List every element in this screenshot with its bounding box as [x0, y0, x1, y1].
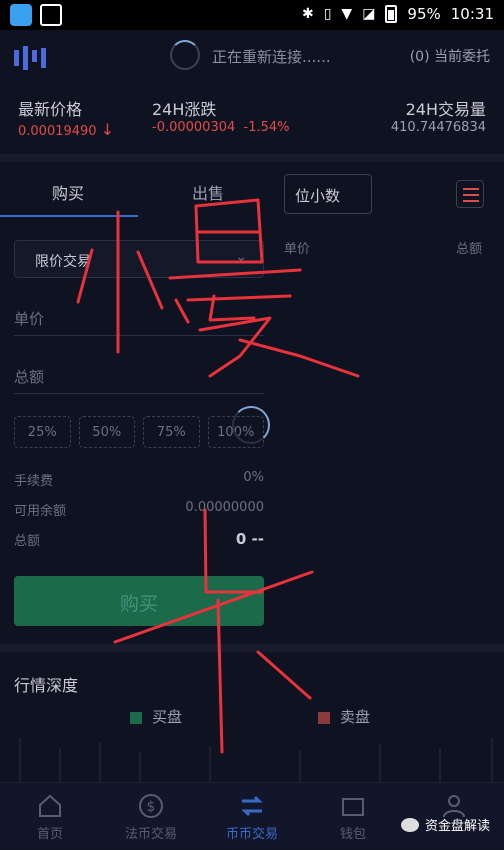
decimal-select[interactable]: 位小数 [284, 174, 372, 214]
buy-swatch [130, 711, 142, 724]
amount-slider-handle[interactable] [232, 406, 270, 444]
wallet-icon [340, 793, 366, 819]
fee-row: 手续费 0% [14, 470, 264, 489]
percent-75-button[interactable]: 75% [143, 416, 200, 448]
total-value: 0 -- [235, 530, 264, 548]
wechat-icon [400, 817, 419, 832]
buy-button[interactable]: 购买 [14, 576, 264, 626]
available-label: 可用余额 [14, 504, 67, 519]
battery-percent: 95% [407, 5, 441, 23]
latest-price-value: 0.00019490 ↓ [18, 120, 115, 139]
nav-wallet[interactable]: 钱包 [303, 783, 403, 850]
order-type-select[interactable]: 限价交易 ⌄ [14, 240, 264, 278]
vibrate-icon: ▯ [323, 6, 332, 22]
orderbook-total-header: 总额 [456, 242, 483, 257]
wifi-icon: ▼ [341, 6, 353, 22]
kline-chart-icon[interactable] [14, 42, 46, 70]
divider [0, 644, 504, 652]
no-sim-icon: ◪ [362, 6, 376, 22]
volume-label: 24H交易量 [405, 100, 486, 119]
reconnect-status: 正在重新连接...... [212, 48, 331, 66]
depth-title: 行情深度 [14, 676, 79, 695]
ticker-summary: 最新价格 0.00019490 ↓ 24H涨跌 -0.00000304 -1.5… [0, 84, 504, 154]
buy-legend: 买盘 [130, 706, 182, 727]
divider [0, 154, 504, 162]
orderbook-menu-icon[interactable] [456, 180, 484, 208]
nav-coin-trade[interactable]: 币币交易 [202, 783, 302, 850]
top-bar: 正在重新连接...... (0) 当前委托 [0, 30, 504, 84]
loading-spinner-icon [170, 40, 200, 70]
bluetooth-icon: ✱ [301, 6, 314, 22]
down-arrow-icon: ↓ [100, 120, 115, 139]
volume-value: 410.74476834 [390, 120, 486, 135]
sell-legend: 卖盘 [318, 706, 370, 727]
price-input[interactable]: 单价 [14, 296, 264, 336]
nav-fiat[interactable]: $ 法币交易 [101, 783, 201, 850]
total-input[interactable]: 总额 [14, 354, 264, 394]
orderbook-price-header: 单价 [284, 242, 311, 257]
exchange-icon [239, 793, 265, 819]
percent-buttons: 25% 50% 75% 100% [14, 416, 264, 448]
percent-25-button[interactable]: 25% [14, 416, 71, 448]
clock: 10:31 [450, 5, 494, 23]
tab-sell[interactable]: 出售 [192, 180, 224, 204]
dollar-icon: $ [138, 793, 164, 819]
svg-text:$: $ [147, 799, 156, 815]
available-value: 0.00000000 [185, 500, 264, 515]
nav-home[interactable]: 首页 [0, 783, 100, 850]
total-placeholder: 总额 [14, 368, 45, 386]
trade-tabs: 购买 出售 [0, 162, 280, 220]
weather-app-icon [10, 4, 32, 26]
wechat-watermark: 资金盘解读 [400, 815, 490, 834]
chevron-down-icon: ⌄ [235, 249, 247, 265]
tab-buy[interactable]: 购买 [52, 180, 84, 204]
change-value: -0.00000304 -1.54% [152, 120, 290, 135]
depth-chart [19, 738, 493, 782]
gallery-app-icon [40, 4, 62, 26]
percent-50-button[interactable]: 50% [78, 416, 135, 448]
total-row: 总额 0 -- [14, 530, 264, 549]
order-type-value: 限价交易 [35, 254, 91, 270]
available-row: 可用余额 0.00000000 [14, 500, 264, 519]
price-placeholder: 单价 [14, 310, 45, 328]
current-orders-link[interactable]: (0) 当前委托 [410, 46, 490, 66]
home-icon [37, 793, 63, 819]
tab-underline [0, 215, 138, 217]
battery-icon [385, 5, 398, 23]
total-label: 总额 [14, 534, 41, 549]
change-label: 24H涨跌 [152, 100, 217, 119]
fee-value: 0% [243, 470, 264, 485]
fee-label: 手续费 [14, 474, 54, 489]
latest-price-label: 最新价格 [18, 100, 83, 119]
status-bar: ✱ ▯ ▼ ◪ 95% 10:31 [0, 0, 504, 30]
sell-swatch [318, 711, 330, 724]
